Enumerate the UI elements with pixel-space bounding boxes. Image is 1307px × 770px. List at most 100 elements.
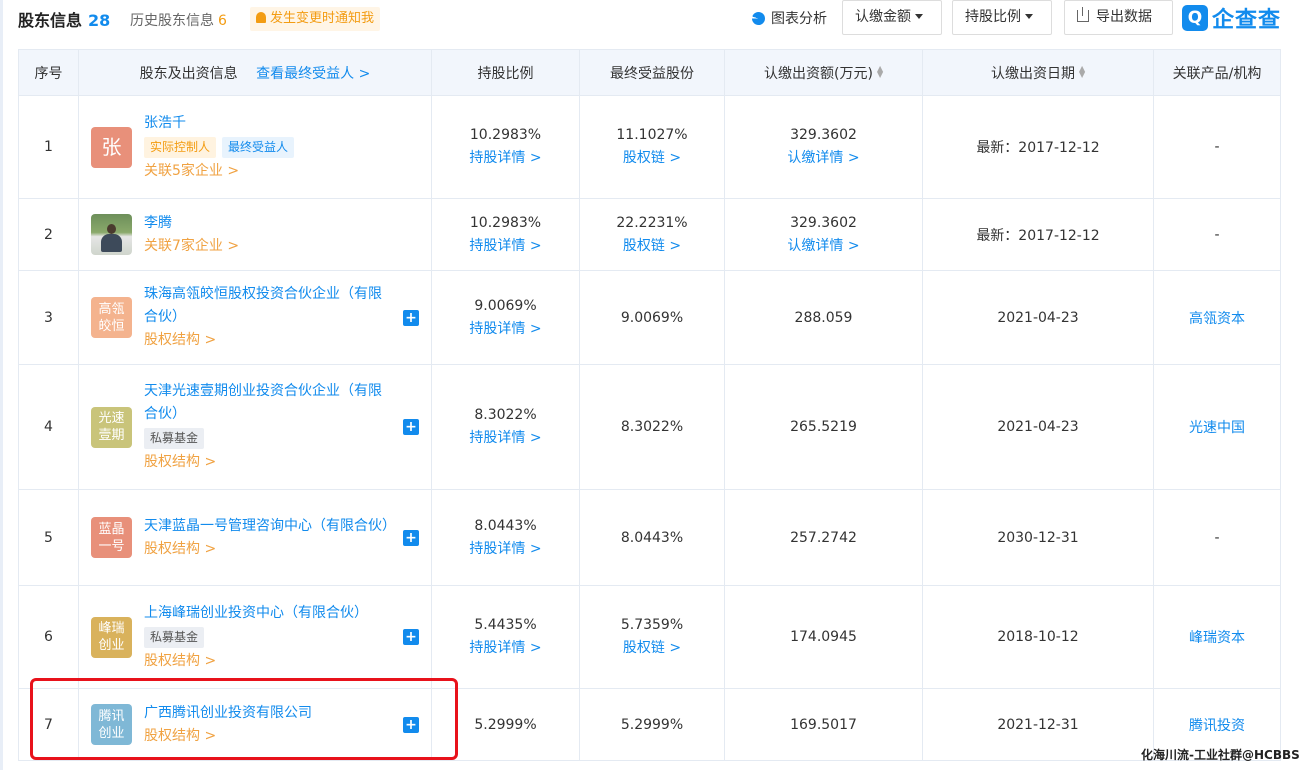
holder-cell: 峰瑞 创业 上海峰瑞创业投资中心（有限合伙） 私募基金 股权结构 > +: [78, 585, 432, 689]
table-row: 4 光速 壹期 天津光速壹期创业投资合伙企业（有限合伙） 私募基金 股权结构 > …: [18, 364, 1281, 490]
watermark: 化海川流-工业社群@HCBBS: [1141, 748, 1300, 762]
avatar-line: 蓝晶: [98, 521, 125, 537]
avatar-line: 光速: [98, 411, 125, 426]
amount-cell: 169.5017: [724, 688, 923, 761]
avatar: 峰瑞 创业: [91, 616, 132, 658]
holder-name-link[interactable]: 珠海高瓴皎恒股权投资合伙企业（有限合伙）: [144, 283, 395, 329]
subscribed-amount-dropdown[interactable]: 认缴金额: [842, 0, 942, 35]
tab-count: 28: [88, 11, 111, 30]
holder-cell: 李腾 关联7家企业 >: [78, 198, 432, 271]
final-share-cell: 9.0069%: [579, 270, 725, 365]
related-companies-link[interactable]: 关联5家企业 >: [144, 160, 300, 183]
final-share-value: 11.1027%: [616, 127, 688, 143]
related-org-link[interactable]: 光速中国: [1153, 364, 1281, 490]
holder-name-link[interactable]: 上海峰瑞创业投资中心（有限合伙）: [144, 602, 368, 625]
final-share-cell: 11.1027% 股权链 >: [579, 95, 725, 199]
ratio-cell: 8.3022% 持股详情 >: [431, 364, 580, 490]
holder-name-link[interactable]: 李腾: [144, 212, 239, 235]
equity-structure-link[interactable]: 股权结构 >: [144, 451, 395, 474]
left-edge: [0, 0, 3, 770]
shareholder-header: 股东信息 28 历史股东信息 6 发生变更时通知我 图表分析 认缴金额 持股比例 导…: [18, 0, 1307, 38]
holder-cell: 光速 壹期 天津光速壹期创业投资合伙企业（有限合伙） 私募基金 股权结构 > +: [78, 364, 432, 490]
equity-chain-link[interactable]: 股权链 >: [580, 147, 724, 170]
chart-label: 图表分析: [771, 11, 827, 27]
holding-detail-link[interactable]: 持股详情 >: [432, 318, 579, 341]
view-beneficiary-link[interactable]: 查看最终受益人 >: [256, 66, 370, 82]
header-date-label: 认缴出资日期: [991, 65, 1075, 82]
tab-history-shareholder[interactable]: 历史股东信息 6: [130, 10, 227, 30]
chart-analysis-link[interactable]: 图表分析: [752, 8, 827, 28]
seq-cell: 3: [18, 270, 79, 365]
seq-cell: 1: [18, 95, 79, 199]
expand-plus-icon[interactable]: +: [403, 419, 419, 435]
table-row: 5 蓝晶 一号 天津蓝晶一号管理咨询中心（有限合伙） 股权结构 > + 8.044…: [18, 489, 1281, 586]
tag-final-beneficiary: 最终受益人: [222, 136, 295, 158]
holder-name-link[interactable]: 天津蓝晶一号管理咨询中心（有限合伙）: [144, 515, 396, 538]
holding-detail-link[interactable]: 持股详情 >: [432, 637, 579, 660]
date-cell: 2021-04-23: [922, 364, 1154, 490]
holding-detail-link[interactable]: 持股详情 >: [432, 538, 579, 561]
sort-icon: ▲ ▼: [876, 63, 884, 79]
related-org-link[interactable]: 峰瑞资本: [1153, 585, 1281, 689]
holding-detail-link[interactable]: 持股详情 >: [432, 235, 579, 258]
table-row: 3 高瓴 皎恒 珠海高瓴皎恒股权投资合伙企业（有限合伙） 股权结构 > + 9.0…: [18, 270, 1281, 365]
ratio-cell: 10.2983% 持股详情 >: [431, 198, 580, 271]
header-seq: 序号: [18, 49, 79, 96]
tab-shareholder-info[interactable]: 股东信息 28: [18, 7, 110, 31]
holder-cell: 高瓴 皎恒 珠海高瓴皎恒股权投资合伙企业（有限合伙） 股权结构 > +: [78, 270, 432, 365]
amount-value: 329.3602: [790, 214, 857, 231]
amount-cell: 265.5219: [724, 364, 923, 490]
header-holder-label: 股东及出资信息: [139, 65, 238, 82]
avatar: 张: [91, 126, 132, 168]
holder-name-link[interactable]: 天津光速壹期创业投资合伙企业（有限合伙）: [144, 380, 395, 426]
header-final-share: 最终受益股份: [579, 49, 725, 96]
shareholder-table: 序号 股东及出资信息 查看最终受益人 > 持股比例 最终受益股份 认缴出资额(万…: [18, 49, 1281, 761]
related-companies-link[interactable]: 关联7家企业 >: [144, 235, 239, 258]
amount-cell: 174.0945: [724, 585, 923, 689]
related-org-link[interactable]: 高瓴资本: [1153, 270, 1281, 365]
expand-plus-icon[interactable]: +: [403, 309, 419, 326]
header-holder: 股东及出资信息 查看最终受益人 >: [78, 49, 432, 96]
tab-label: 股东信息: [18, 11, 83, 30]
subscription-detail-link[interactable]: 认缴详情 >: [725, 147, 922, 170]
holding-detail-link[interactable]: 持股详情 >: [432, 427, 579, 450]
avatar: 光速 壹期: [91, 406, 132, 448]
ratio-value: 8.0443%: [474, 517, 537, 534]
header-date[interactable]: 认缴出资日期 ▲ ▼: [922, 49, 1154, 96]
notify-on-change-button[interactable]: 发生变更时通知我: [250, 7, 381, 31]
avatar-line: 皎恒: [98, 318, 125, 334]
expand-plus-icon[interactable]: +: [403, 629, 419, 645]
equity-structure-link[interactable]: 股权结构 >: [144, 650, 368, 673]
table-row: 1 张 张浩千 实际控制人 最终受益人 关联5家企业 > 10.2983% 持股详…: [18, 95, 1281, 199]
table-row: 6 峰瑞 创业 上海峰瑞创业投资中心（有限合伙） 私募基金 股权结构 > + 5.…: [18, 585, 1281, 689]
ratio-value: 9.0069%: [474, 297, 537, 314]
amount-cell: 257.2742: [724, 489, 923, 586]
expand-plus-icon[interactable]: +: [403, 529, 419, 546]
tag-private-fund: 私募基金: [144, 626, 205, 648]
date-cell: 最新：2017-12-12: [922, 198, 1154, 271]
pie-chart-icon: [752, 12, 765, 25]
final-share-cell: 8.3022%: [579, 364, 725, 490]
equity-structure-link[interactable]: 股权结构 >: [144, 329, 395, 352]
equity-chain-link[interactable]: 股权链 >: [580, 637, 724, 660]
holding-detail-link[interactable]: 持股详情 >: [432, 147, 579, 170]
holder-cell: 蓝晶 一号 天津蓝晶一号管理咨询中心（有限合伙） 股权结构 > +: [78, 489, 432, 586]
subscription-detail-link[interactable]: 认缴详情 >: [725, 235, 922, 258]
holder-name-link[interactable]: 张浩千: [144, 112, 300, 135]
ratio-value: 5.4435%: [474, 617, 537, 633]
header-amount[interactable]: 认缴出资额(万元) ▲ ▼: [724, 49, 923, 96]
dropdown-label: 持股比例: [965, 9, 1021, 25]
header-related: 关联产品/机构: [1153, 49, 1281, 96]
tab-count: 6: [218, 13, 227, 29]
caret-down-icon: [915, 14, 923, 19]
equity-chain-link[interactable]: 股权链 >: [580, 235, 724, 258]
share-ratio-dropdown[interactable]: 持股比例: [952, 0, 1052, 35]
avatar-line: 创业: [98, 638, 125, 653]
highlight-box: [30, 678, 458, 760]
related-cell: -: [1153, 489, 1281, 586]
equity-structure-link[interactable]: 股权结构 >: [144, 538, 395, 561]
avatar: 蓝晶 一号: [91, 517, 132, 558]
related-cell: -: [1153, 95, 1281, 199]
amount-cell: 329.3602 认缴详情 >: [724, 95, 923, 199]
export-data-button[interactable]: 导出数据: [1064, 0, 1173, 35]
